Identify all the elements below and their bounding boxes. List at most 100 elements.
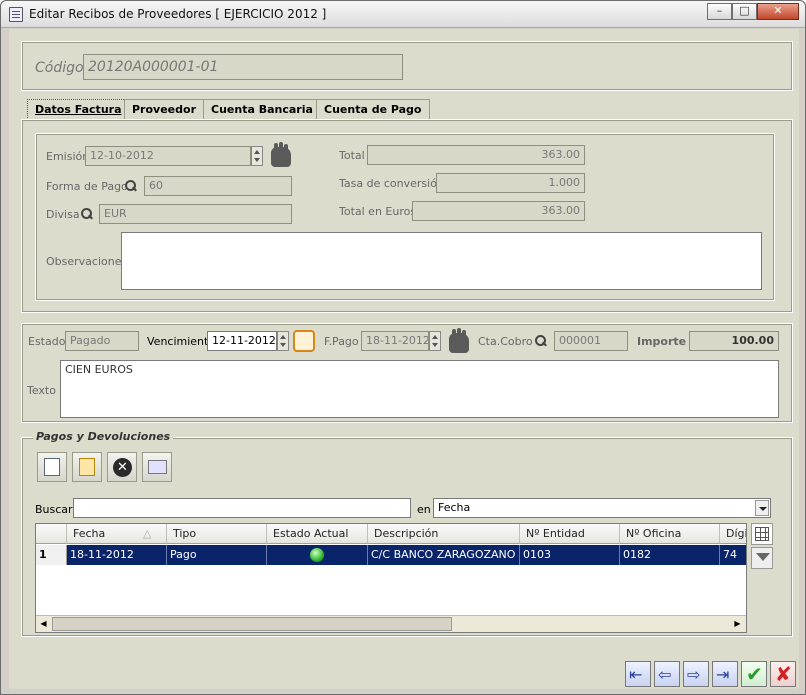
checkmark-icon: ✔ — [746, 662, 763, 686]
total-euros-field[interactable]: 363.00 — [412, 201, 585, 221]
tasa-field[interactable]: 1.000 — [436, 173, 585, 193]
last-icon: ⇥ — [716, 665, 730, 684]
new-record-button[interactable] — [37, 452, 67, 482]
cell-tipo: Pago — [167, 545, 267, 565]
window-title: Editar Recibos de Proveedores [ EJERCICI… — [29, 7, 327, 21]
title-bar: Editar Recibos de Proveedores [ EJERCICI… — [1, 1, 805, 28]
accept-button[interactable]: ✔ — [741, 661, 767, 687]
estado-field[interactable]: Pagado — [65, 331, 139, 351]
tasa-label: Tasa de conversión — [339, 177, 444, 190]
status-green-icon — [310, 548, 324, 562]
scroll-left-icon[interactable]: ◀ — [36, 616, 51, 632]
emision-field[interactable]: 12-10-2012 — [85, 146, 251, 166]
column-header[interactable]: Fecha △ — [67, 524, 167, 544]
cta-cobro-field[interactable]: 000001 — [554, 331, 628, 351]
row-number: 1 — [36, 545, 67, 565]
emision-label: Emisión — [46, 150, 90, 163]
filter-icon[interactable] — [751, 547, 773, 569]
glove-icon[interactable] — [271, 143, 291, 167]
close-button[interactable]: ✕ — [757, 3, 799, 20]
divisa-field[interactable]: EUR — [99, 204, 292, 224]
buscar-label: Buscar — [35, 503, 73, 516]
forma-pago-label: Forma de Pago — [46, 180, 128, 193]
cell-digit: 74 — [720, 545, 746, 565]
en-select[interactable]: Fecha — [433, 498, 771, 518]
column-header[interactable]: Descripción — [368, 524, 520, 544]
tab-proveedor[interactable]: Proveedor — [124, 99, 204, 120]
texto-field[interactable]: CIEN EUROS — [60, 360, 779, 418]
tab-label: Proveedor — [132, 103, 196, 116]
chevron-down-icon[interactable] — [755, 500, 769, 516]
fpago-field[interactable]: 18-11-2012 — [361, 331, 429, 351]
last-record-button[interactable]: ⇥ — [712, 661, 738, 687]
maximize-button[interactable]: □ — [732, 3, 757, 20]
search-icon[interactable] — [535, 335, 547, 347]
row-number-header — [36, 524, 67, 544]
tab-datos-factura[interactable]: Datos Factura — [27, 99, 130, 120]
edit-document-icon — [79, 458, 95, 476]
fpago-label: F.Pago — [324, 335, 359, 348]
search-icon[interactable] — [81, 208, 93, 220]
importe-label: Importe — [637, 335, 687, 348]
first-record-button[interactable]: ⇤ — [625, 661, 651, 687]
table-header: Fecha △ Tipo Estado Actual Descripción Nº… — [36, 524, 746, 544]
observaciones-label: Observaciones — [46, 255, 128, 268]
fpago-spin[interactable] — [429, 331, 441, 351]
cancel-button[interactable]: ✘ — [770, 661, 796, 687]
scroll-thumb[interactable] — [52, 617, 452, 631]
column-header[interactable]: Nº Entidad — [520, 524, 620, 544]
edit-record-button[interactable] — [72, 452, 102, 482]
calendar-icon[interactable] — [293, 330, 315, 352]
column-header[interactable]: Nº Oficina — [620, 524, 720, 544]
column-header[interactable]: Tipo — [167, 524, 267, 544]
cell-entidad: 0103 — [520, 545, 620, 565]
forma-pago-field[interactable]: 60 — [144, 176, 292, 196]
vencimiento-spin[interactable] — [277, 331, 289, 351]
column-header[interactable]: Dígit — [720, 524, 746, 544]
codigo-label: Código — [35, 60, 84, 76]
next-icon: ⇨ — [687, 665, 701, 684]
glove-icon[interactable] — [449, 329, 469, 353]
prev-record-button[interactable]: ⇦ — [654, 661, 680, 687]
cell-descripcion: C/C BANCO ZARAGOZANO — [368, 545, 520, 565]
form-body: Código 20120A000001-01 Datos Factura Pro… — [9, 29, 799, 689]
pagos-table: Fecha △ Tipo Estado Actual Descripción Nº… — [35, 523, 747, 633]
cell-estado — [267, 545, 368, 565]
tab-label: Cuenta Bancaria — [211, 103, 313, 116]
column-header-text: Fecha — [73, 527, 106, 540]
codigo-field[interactable]: 20120A000001-01 — [83, 54, 403, 80]
en-label: en — [417, 503, 431, 516]
table-row[interactable]: 1 18-11-2012 Pago C/C BANCO ZARAGOZANO 0… — [36, 545, 746, 565]
buscar-input[interactable] — [73, 498, 411, 518]
cell-oficina: 0182 — [620, 545, 720, 565]
prev-icon: ⇦ — [658, 665, 672, 684]
tab-cuenta-de-pago[interactable]: Cuenta de Pago — [316, 99, 430, 120]
delete-record-button[interactable]: ✕ — [107, 452, 137, 482]
tab-label: Datos Factura — [35, 103, 122, 116]
search-icon[interactable] — [125, 180, 137, 192]
importe-field[interactable]: 100.00 — [689, 331, 779, 351]
vencimiento-label: Vencimiento — [147, 335, 216, 348]
app-icon — [9, 7, 23, 22]
horizontal-scrollbar[interactable]: ◀ ▶ — [36, 615, 746, 632]
next-record-button[interactable]: ⇨ — [683, 661, 709, 687]
pagos-title: Pagos y Devoluciones — [33, 430, 174, 443]
total-field[interactable]: 363.00 — [367, 145, 585, 165]
observaciones-field[interactable] — [121, 232, 762, 290]
texto-label: Texto — [27, 384, 56, 397]
vencimiento-field[interactable]: 12-11-2012 — [207, 331, 277, 351]
minimize-button[interactable]: – — [707, 3, 732, 20]
scroll-right-icon[interactable]: ▶ — [730, 616, 745, 632]
sort-asc-icon: △ — [143, 527, 152, 540]
en-select-value: Fecha — [438, 501, 471, 514]
emision-spin[interactable] — [251, 146, 263, 166]
tab-cuenta-bancaria[interactable]: Cuenta Bancaria — [203, 99, 321, 120]
printer-icon — [148, 460, 167, 474]
tab-label: Cuenta de Pago — [324, 103, 422, 116]
first-icon: ⇤ — [629, 665, 643, 684]
grid-icon[interactable] — [751, 523, 773, 545]
delete-icon: ✕ — [113, 458, 132, 477]
column-header[interactable]: Estado Actual — [267, 524, 368, 544]
total-euros-label: Total en Euros — [339, 205, 417, 218]
print-record-button[interactable] — [142, 452, 172, 482]
